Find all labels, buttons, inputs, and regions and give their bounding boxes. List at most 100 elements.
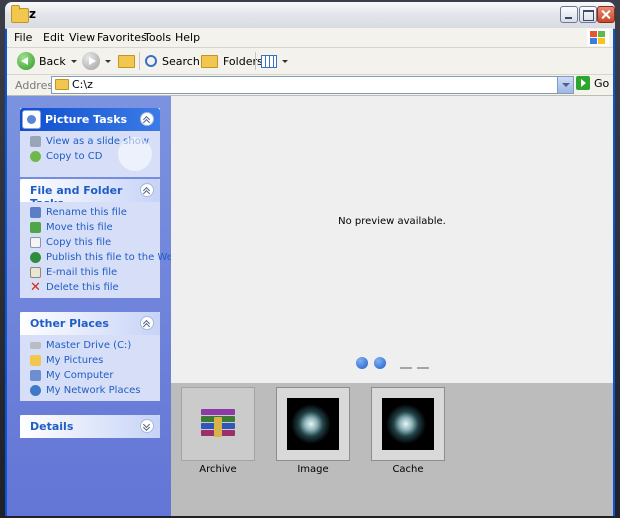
close-button[interactable] [597,6,615,23]
search-label: Search [162,54,200,68]
collapse-chevron-icon[interactable] [140,112,154,126]
menu-file[interactable]: File [14,31,32,44]
back-button[interactable]: Back [17,51,77,71]
chevron-down-icon [105,59,111,63]
my-pictures-icon [30,355,41,366]
thumbnail-label: Image [297,464,329,475]
picture-tasks-header[interactable]: Picture Tasks [20,108,160,131]
move-icon [30,222,41,233]
other-places-panel: Other Places Master Drive (C:) My Pictur… [20,312,160,401]
back-arrow-icon [17,52,35,70]
search-icon [145,55,157,67]
views-button[interactable] [261,51,288,71]
folder-icon [55,79,69,90]
collapse-chevron-icon[interactable] [140,316,154,330]
file-folder-tasks-panel: File and Folder Tasks Rename this file M… [20,179,179,298]
other-places-title: Other Places [30,317,109,330]
menu-help[interactable]: Help [175,31,200,44]
go-button[interactable]: Go [576,76,609,90]
delete-x-icon: ✕ [30,280,41,295]
go-label: Go [594,76,610,90]
filmstrip: Archive Image Cache [171,383,613,516]
copy-to-cd-icon [30,151,41,162]
winrar-archive-icon [201,409,235,439]
folders-button[interactable]: Folders [201,51,263,71]
email-icon [30,267,41,278]
picture-tasks-title: Picture Tasks [45,113,128,126]
picture-watermark-icon [118,137,152,171]
place-my-computer[interactable]: My Computer [20,368,160,383]
previous-image-icon[interactable] [356,357,368,369]
task-delete-file[interactable]: ✕ Delete this file [20,280,160,295]
toolbar-separator [255,52,256,70]
file-folder-tasks-header[interactable]: File and Folder Tasks [20,179,160,210]
minimize-button[interactable] [560,6,578,23]
thumbnail-label: Cache [392,464,424,475]
task-move-file[interactable]: Move this file [20,220,160,235]
address-dropdown-button[interactable] [557,77,573,93]
no-preview-message: No preview available. [338,216,446,227]
forward-arrow-icon [82,52,100,70]
menu-view[interactable]: View [69,31,95,44]
rotate-clockwise-icon[interactable] [400,359,412,369]
up-folder-icon [118,54,135,68]
picture-tasks-icon [22,110,41,129]
place-my-network[interactable]: My Network Places [20,383,160,398]
maximize-button[interactable] [579,6,597,23]
address-bar: Address C:\z Go [7,75,613,96]
folders-icon [201,54,218,68]
collapse-chevron-icon[interactable] [140,183,154,197]
thumbnail-cache[interactable] [371,387,445,461]
address-input[interactable]: C:\z [51,76,574,94]
slideshow-icon [30,136,41,147]
thumbnail-label: Archive [199,464,237,475]
search-button[interactable]: Search [145,51,200,71]
globe-icon [30,252,41,263]
task-copy-file[interactable]: Copy this file [20,235,160,250]
views-icon [261,54,277,68]
network-places-icon [30,385,41,396]
copy-icon [30,237,41,248]
menu-edit[interactable]: Edit [43,31,64,44]
image-thumbnail [287,398,339,450]
task-publish-web[interactable]: Publish this file to the Web [20,250,179,265]
hard-drive-icon [30,342,41,349]
place-my-pictures[interactable]: My Pictures [20,353,160,368]
task-email-file[interactable]: E-mail this file [20,265,160,280]
next-image-icon[interactable] [374,357,386,369]
my-computer-icon [30,370,41,381]
other-places-header[interactable]: Other Places [20,312,160,335]
rotate-counterclockwise-icon[interactable] [417,359,429,369]
title-bar[interactable]: z [5,2,615,29]
explorer-window: z File Edit View Favorites Tools Help Ba… [5,2,615,516]
back-label: Back [39,54,66,68]
thumbnail-image[interactable] [276,387,350,461]
place-master-drive[interactable]: Master Drive (C:) [20,338,160,353]
rename-icon [30,207,41,218]
folder-icon [11,5,29,23]
thumbnail-archive[interactable] [181,387,255,461]
folders-label: Folders [223,54,263,68]
chevron-down-icon [70,59,77,63]
up-folder-button[interactable] [118,51,135,71]
windows-logo-icon [587,29,609,46]
toolbar-separator [139,52,140,70]
image-thumbnail [382,398,434,450]
picture-tasks-panel: Picture Tasks View as a slide show Copy … [20,108,160,177]
window-title: z [29,7,36,21]
details-header[interactable]: Details [20,415,160,438]
task-rename-file[interactable]: Rename this file [20,205,160,220]
standard-toolbar: Back Search Folders [7,48,613,75]
menu-bar: File Edit View Favorites Tools Help [7,28,613,48]
details-title: Details [30,420,74,433]
address-value: C:\z [72,78,93,91]
forward-button[interactable] [82,51,111,71]
go-arrow-icon [576,76,590,90]
menu-favorites[interactable]: Favorites [97,31,147,44]
filmstrip-preview-area: No preview available. [171,96,613,383]
menu-tools[interactable]: Tools [144,31,171,44]
details-panel: Details [20,415,160,438]
chevron-down-icon [282,59,288,63]
task-pane: Picture Tasks View as a slide show Copy … [7,96,179,516]
expand-chevron-icon[interactable] [140,419,154,433]
